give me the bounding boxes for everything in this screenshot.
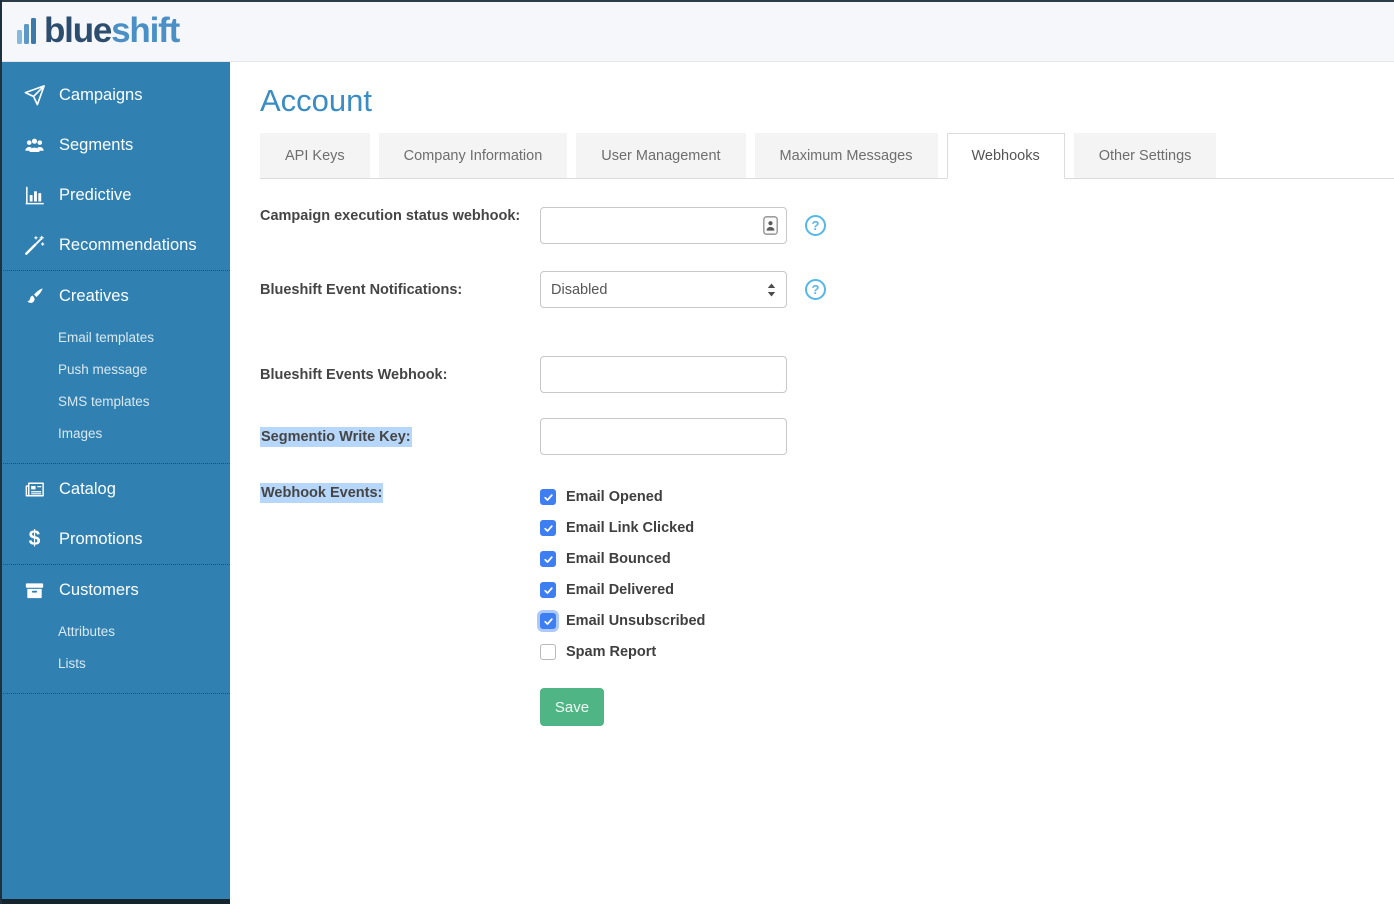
select-value: Disabled — [551, 282, 607, 298]
sidebar-subitem-lists[interactable]: Lists — [0, 647, 230, 679]
checkbox-row-spam-report[interactable]: Spam Report — [540, 644, 705, 660]
magic-wand-icon — [21, 234, 47, 257]
sidebar-subitem-push-message[interactable]: Push message — [0, 353, 230, 385]
bar-chart-icon — [21, 184, 47, 207]
email-bounced-checkbox[interactable] — [540, 551, 556, 567]
sidebar-subitem-sms-templates[interactable]: SMS templates — [0, 385, 230, 417]
logo-bars-icon — [17, 17, 41, 44]
svg-text:$: $ — [28, 527, 40, 550]
window-left-edge — [0, 0, 2, 904]
campaign-webhook-help-icon[interactable]: ? — [805, 215, 826, 236]
save-row: Save — [260, 675, 1394, 726]
sidebar-item-promotions[interactable]: $ Promotions — [0, 514, 230, 564]
campaign-webhook-row: Campaign execution status webhook: ? — [260, 207, 1394, 244]
sidebar-item-campaigns[interactable]: Campaigns — [0, 70, 230, 120]
email-opened-checkbox[interactable] — [540, 489, 556, 505]
email-link-clicked-checkbox[interactable] — [540, 520, 556, 536]
sidebar-item-catalog[interactable]: Catalog — [0, 464, 230, 514]
save-button[interactable]: Save — [540, 688, 604, 726]
segmentio-key-row: Segmentio Write Key: — [260, 418, 1394, 455]
webhook-events-label: Webhook Events: — [260, 481, 540, 503]
blueshift-logo[interactable]: blueshift — [17, 13, 179, 48]
sidebar-subitem-email-templates[interactable]: Email templates — [0, 321, 230, 353]
page-title: Account — [260, 83, 1394, 119]
sidebar-item-recommendations[interactable]: Recommendations — [0, 220, 230, 270]
webhook-events-row: Webhook Events: Email Opened Email Link … — [260, 481, 1394, 675]
autofill-contact-icon[interactable] — [763, 216, 778, 240]
tab-webhooks[interactable]: Webhooks — [947, 133, 1065, 179]
events-webhook-label: Blueshift Events Webhook: — [260, 356, 540, 385]
campaign-webhook-input[interactable] — [540, 207, 787, 244]
app-header: blueshift — [0, 0, 1394, 62]
selection-highlight: Segmentio Write Key: — [260, 427, 412, 447]
page: blueshift Campaigns Segments — [0, 0, 1394, 904]
tab-company-information[interactable]: Company Information — [379, 133, 568, 178]
email-unsubscribed-checkbox[interactable] — [540, 613, 556, 629]
newspaper-icon — [21, 478, 47, 501]
tab-other-settings[interactable]: Other Settings — [1074, 133, 1217, 178]
webhook-events-list: Email Opened Email Link Clicked Email Bo… — [540, 481, 705, 675]
sidebar: Campaigns Segments Predictive — [0, 62, 230, 904]
select-arrows-icon — [767, 283, 776, 301]
tab-user-management[interactable]: User Management — [576, 133, 745, 178]
event-notifications-help-icon[interactable]: ? — [805, 279, 826, 300]
campaign-webhook-label: Campaign execution status webhook: — [260, 206, 540, 226]
checkbox-row-email-link-clicked[interactable]: Email Link Clicked — [540, 520, 705, 536]
sidebar-item-predictive[interactable]: Predictive — [0, 170, 230, 220]
sidebar-subitem-images[interactable]: Images — [0, 417, 230, 449]
spam-report-checkbox[interactable] — [540, 644, 556, 660]
webhooks-settings-form: Campaign execution status webhook: ? Blu… — [260, 179, 1394, 726]
sidebar-item-customers[interactable]: Customers — [0, 565, 230, 615]
logo-text: blueshift — [44, 13, 179, 48]
checkbox-row-email-opened[interactable]: Email Opened — [540, 489, 705, 505]
checkbox-row-email-unsubscribed[interactable]: Email Unsubscribed — [540, 613, 705, 629]
checkbox-row-email-bounced[interactable]: Email Bounced — [540, 551, 705, 567]
segmentio-key-label: Segmentio Write Key: — [260, 418, 540, 447]
archive-box-icon — [21, 579, 47, 602]
segmentio-key-input[interactable] — [540, 418, 787, 455]
event-notifications-label: Blueshift Event Notifications: — [260, 271, 540, 300]
users-icon — [21, 134, 47, 157]
email-delivered-checkbox[interactable] — [540, 582, 556, 598]
paper-plane-icon — [21, 84, 47, 107]
sidebar-item-segments[interactable]: Segments — [0, 120, 230, 170]
paintbrush-icon — [21, 285, 47, 308]
sidebar-nav: Campaigns Segments Predictive — [0, 62, 230, 694]
dollar-icon: $ — [21, 527, 47, 552]
event-notifications-row: Blueshift Event Notifications: Disabled … — [260, 271, 1394, 308]
selection-highlight: Webhook Events: — [260, 483, 383, 503]
sidebar-item-creatives[interactable]: Creatives — [0, 271, 230, 321]
events-webhook-input[interactable] — [540, 356, 787, 393]
tab-maximum-messages[interactable]: Maximum Messages — [755, 133, 938, 178]
window-top-edge — [0, 0, 1394, 2]
main-content: Account API Keys Company Information Use… — [230, 63, 1394, 904]
event-notifications-select[interactable]: Disabled — [540, 271, 787, 308]
account-tabs: API Keys Company Information User Manage… — [260, 133, 1394, 179]
sidebar-subitem-attributes[interactable]: Attributes — [0, 615, 230, 647]
tab-api-keys[interactable]: API Keys — [260, 133, 370, 178]
checkbox-row-email-delivered[interactable]: Email Delivered — [540, 582, 705, 598]
events-webhook-row: Blueshift Events Webhook: — [260, 356, 1394, 393]
